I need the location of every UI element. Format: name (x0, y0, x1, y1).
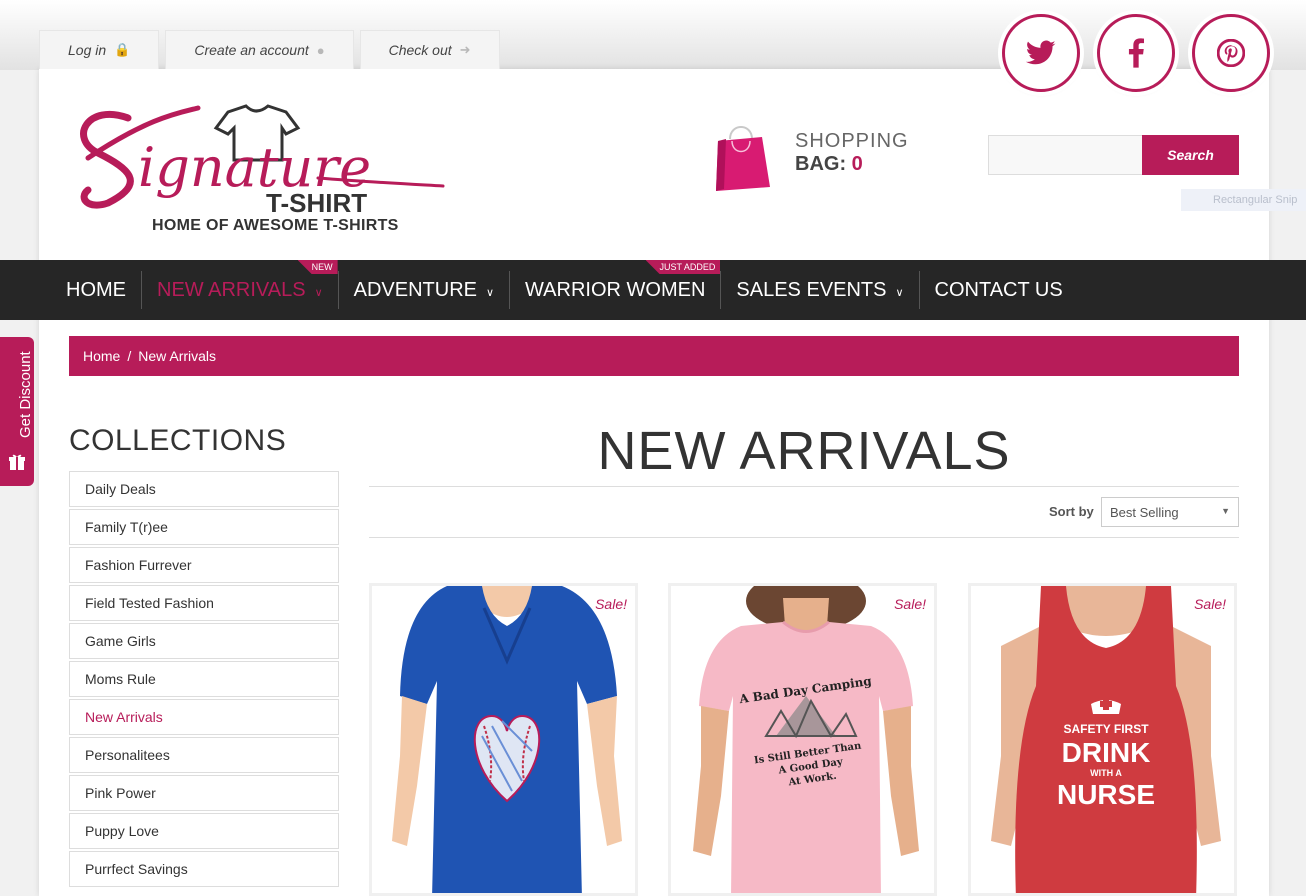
search-button[interactable]: Search (1142, 135, 1239, 175)
shirt-text-line3: WITH A (1090, 768, 1122, 778)
nav-home-label: HOME (66, 278, 126, 301)
main-nav: HOME NEW NEW ARRIVALS ∨ ADVENTURE ∨ JUST… (0, 260, 1306, 320)
nav-warrior-women[interactable]: JUST ADDED WARRIOR WOMEN (510, 260, 721, 320)
product-image (372, 586, 635, 893)
collection-fashion-furrever[interactable]: Fashion Furrever (69, 547, 339, 583)
nav-new-arrivals[interactable]: NEW NEW ARRIVALS ∨ (142, 260, 338, 320)
collection-pink-power[interactable]: Pink Power (69, 775, 339, 811)
snip-overlay-label: Rectangular Snip (1181, 189, 1306, 211)
sort-select-value: Best Selling (1110, 504, 1179, 520)
product-image: SAFETY FIRST DRINK WITH A NURSE (971, 586, 1234, 893)
get-discount-label: Get Discount (17, 351, 34, 438)
divider (369, 486, 1239, 487)
create-account-label: Create an account (194, 42, 309, 58)
collection-daily-deals[interactable]: Daily Deals (69, 471, 339, 507)
shopping-bag-icon[interactable] (712, 123, 772, 198)
get-discount-tab[interactable]: Get Discount (0, 337, 34, 486)
shopping-label: SHOPPING (795, 130, 909, 152)
user-icon: ● (316, 42, 325, 58)
logo-sub-text: T-SHIRT (266, 188, 367, 218)
collection-game-girls[interactable]: Game Girls (69, 623, 339, 659)
shirt-text-line1: SAFETY FIRST (1063, 722, 1149, 736)
gift-icon (9, 454, 25, 470)
nav-new-arrivals-label: NEW ARRIVALS (157, 278, 306, 301)
create-account-link[interactable]: Create an account ● (165, 30, 354, 69)
collection-purrfect-savings[interactable]: Purrfect Savings (69, 851, 339, 887)
nav-badge-just-added: JUST ADDED (645, 260, 721, 274)
shirt-text-line4: NURSE (1057, 779, 1155, 810)
social-links (1002, 14, 1270, 92)
breadcrumb-home-link[interactable]: Home (83, 348, 120, 364)
logo-graphic: ignature T-SHIRT (80, 104, 445, 218)
login-label: Log in (68, 42, 107, 58)
collections-title: COLLECTIONS (69, 424, 287, 457)
collection-personalitees[interactable]: Personalitees (69, 737, 339, 773)
nav-adventure[interactable]: ADVENTURE ∨ (339, 260, 509, 320)
sort-label: Sort by (1049, 504, 1094, 519)
product-card[interactable]: Sale! (369, 583, 638, 896)
sale-badge: Sale! (595, 596, 627, 612)
search-input[interactable] (988, 135, 1142, 175)
checkout-link[interactable]: Check out ➜ (359, 30, 500, 69)
breadcrumb-separator: / (127, 348, 132, 364)
sale-badge: Sale! (1194, 596, 1226, 612)
divider (369, 537, 1239, 538)
arrow-right-icon: ➜ (459, 42, 471, 57)
pinterest-icon[interactable] (1192, 14, 1270, 92)
collection-moms-rule[interactable]: Moms Rule (69, 661, 339, 697)
breadcrumb-current: New Arrivals (138, 348, 217, 364)
login-link[interactable]: Log in 🔒 (39, 30, 160, 69)
collection-field-tested-fashion[interactable]: Field Tested Fashion (69, 585, 339, 621)
product-image: A Bad Day Camping Is Still Better Than A… (671, 586, 934, 893)
page-title: NEW ARRIVALS (597, 421, 1011, 481)
breadcrumb: Home / New Arrivals (69, 336, 1239, 376)
chevron-down-icon: ∨ (895, 286, 904, 299)
logo-tagline: HOME OF AWESOME T-SHIRTS (152, 217, 399, 234)
chevron-down-icon: ∨ (485, 286, 495, 299)
bag-label: BAG: (795, 153, 847, 175)
product-card[interactable]: Sale! A Bad Day Camping Is Still Better … (668, 583, 937, 896)
account-tabs: Log in 🔒 Create an account ● Check out ➜ (39, 30, 500, 69)
checkout-label: Check out (388, 42, 452, 58)
collections-list: Daily Deals Family T(r)ee Fashion Furrev… (69, 471, 339, 889)
shirt-text-line2: DRINK (1062, 737, 1151, 768)
search-form: Search (988, 135, 1239, 175)
collection-family-tree[interactable]: Family T(r)ee (69, 509, 339, 545)
nav-contact-us[interactable]: CONTACT US (920, 260, 1078, 320)
nav-contact-us-label: CONTACT US (934, 278, 1063, 301)
nav-warrior-women-label: WARRIOR WOMEN (525, 278, 706, 301)
nav-sales-events[interactable]: SALES EVENTS ∨ (721, 260, 918, 320)
facebook-icon[interactable] (1097, 14, 1175, 92)
nav-sales-events-label: SALES EVENTS (736, 278, 887, 301)
lock-icon: 🔒 (114, 42, 131, 57)
dropdown-arrow-icon: ▼ (1221, 506, 1230, 516)
nav-home[interactable]: HOME (51, 260, 141, 320)
collection-new-arrivals[interactable]: New Arrivals (69, 699, 339, 735)
collection-puppy-love[interactable]: Puppy Love (69, 813, 339, 849)
twitter-icon[interactable] (1002, 14, 1080, 92)
sale-badge: Sale! (894, 596, 926, 612)
nav-badge-new: NEW (297, 260, 338, 274)
sort-select[interactable]: Best Selling ▼ (1101, 497, 1239, 527)
chevron-down-icon: ∨ (314, 286, 323, 299)
nav-adventure-label: ADVENTURE (353, 278, 477, 301)
product-card[interactable]: Sale! SAFETY FIRST DRINK WITH A NURSE (968, 583, 1237, 896)
bag-count: 0 (851, 153, 863, 175)
shopping-bag-summary[interactable]: SHOPPING BAG: 0 (795, 130, 909, 176)
